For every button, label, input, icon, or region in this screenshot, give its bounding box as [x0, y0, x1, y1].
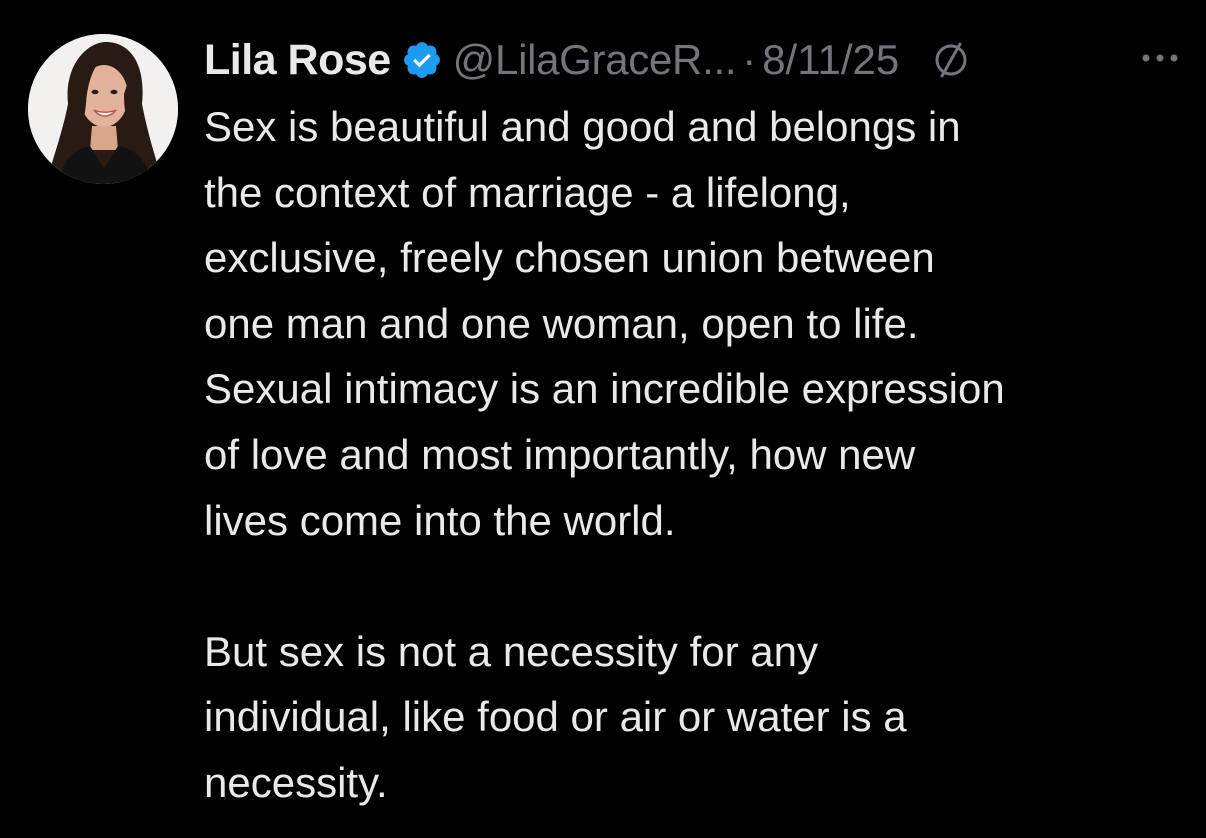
more-options-icon[interactable] — [1140, 46, 1180, 70]
header-separator: · — [742, 36, 757, 83]
tweet-text: Sex is beautiful and good and belongs in… — [204, 94, 1194, 816]
text-line: of love and most importantly, how new — [204, 430, 916, 478]
text-line: lives come into the world. — [204, 496, 676, 544]
text-line: one man and one woman, open to life. — [204, 299, 919, 347]
tweet-paragraph-2: But sex is not a necessity for any indiv… — [204, 619, 1194, 816]
tweet[interactable]: Lila Rose @LilaGraceR... · 8/11/25 Sex i… — [0, 0, 1206, 838]
text-line: individual, like food or air or water is… — [204, 693, 907, 741]
text-line: the context of marriage - a lifelong, — [204, 168, 851, 216]
text-line: exclusive, freely chosen union between — [204, 234, 935, 282]
author-display-name[interactable]: Lila Rose — [204, 36, 391, 85]
text-line: necessity. — [204, 758, 388, 806]
tweet-paragraph-1: Sex is beautiful and good and belongs in… — [204, 94, 1194, 553]
text-line: Sexual intimacy is an incredible express… — [204, 365, 1005, 413]
profile-photo-icon — [28, 34, 178, 184]
tweet-header: Lila Rose @LilaGraceR... · 8/11/25 — [204, 30, 1194, 90]
avatar[interactable] — [28, 34, 178, 184]
text-line: But sex is not a necessity for any — [204, 627, 818, 675]
edit-indicator-icon[interactable] — [929, 38, 973, 82]
author-handle[interactable]: @LilaGraceR... — [453, 36, 737, 84]
tweet-date[interactable]: 8/11/25 — [762, 36, 899, 84]
text-line: Sex is beautiful and good and belongs in — [204, 103, 961, 150]
verified-badge-icon[interactable] — [401, 39, 443, 81]
